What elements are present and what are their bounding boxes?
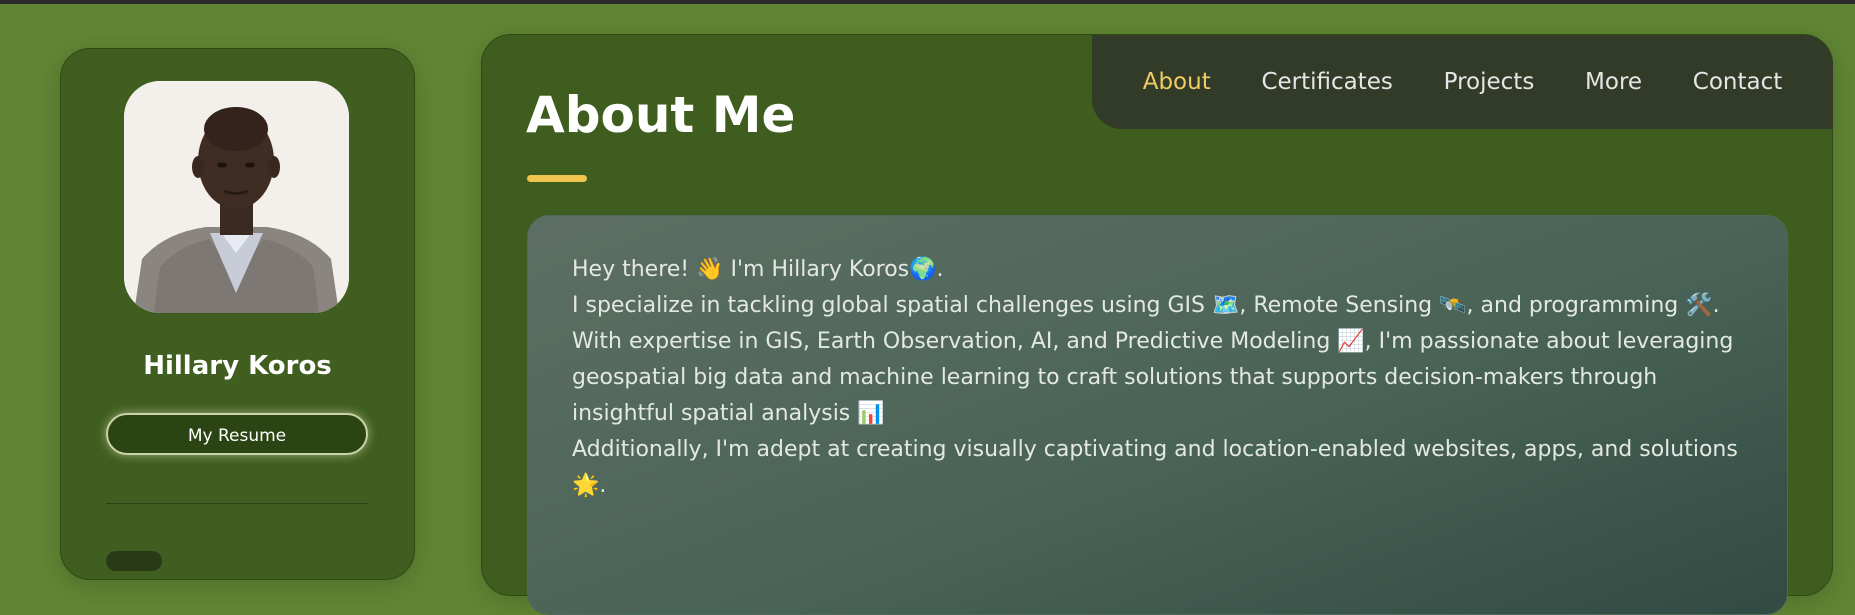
profile-name: Hillary Koros [143, 351, 332, 381]
main-card: About Certificates Projects More Contact… [481, 34, 1833, 615]
nav-contact[interactable]: Contact [1693, 69, 1782, 95]
about-paragraph: With expertise in GIS, Earth Observation… [572, 329, 1734, 426]
about-text-box: Hey there! 👋 I'm Hillary Koros🌍. I speci… [527, 215, 1788, 615]
about-paragraph: Additionally, I'm adept at creating visu… [572, 437, 1738, 498]
nav-certificates[interactable]: Certificates [1261, 69, 1392, 95]
top-border [0, 0, 1855, 4]
about-paragraph: I specialize in tackling global spatial … [572, 293, 1720, 318]
top-navbar: About Certificates Projects More Contact [1092, 35, 1833, 129]
nav-more[interactable]: More [1585, 69, 1642, 95]
resume-button[interactable]: My Resume [106, 413, 368, 455]
about-paragraph: Hey there! 👋 I'm Hillary Koros🌍. [572, 257, 944, 282]
profile-photo [124, 81, 349, 313]
sidebar: Hillary Koros My Resume [60, 48, 415, 580]
sidebar-contact-item [106, 551, 162, 571]
page-title: About Me [526, 86, 796, 144]
nav-about[interactable]: About [1143, 69, 1211, 95]
title-underline [527, 175, 587, 182]
avatar [124, 81, 349, 313]
nav-projects[interactable]: Projects [1444, 69, 1535, 95]
sidebar-divider [106, 503, 368, 504]
